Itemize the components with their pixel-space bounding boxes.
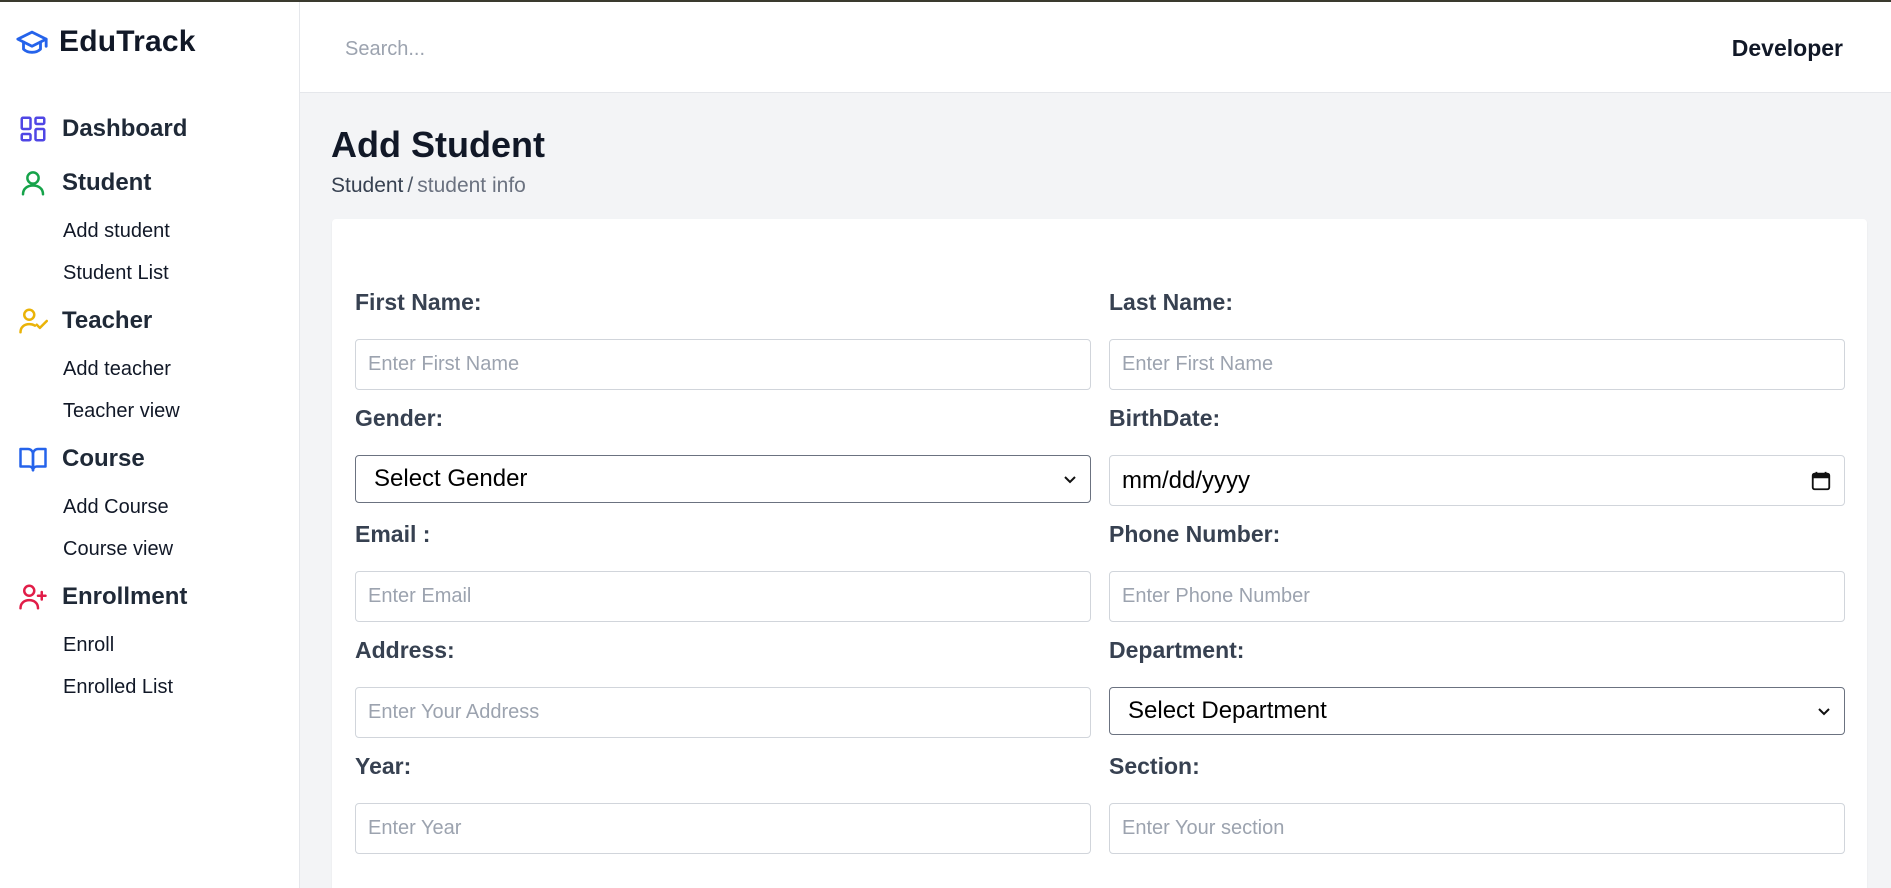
breadcrumb: Student / student info (331, 174, 526, 198)
sidebar-item-label: Student (62, 169, 152, 196)
gender-select-value: Select Gender (374, 465, 528, 492)
sidebar-item-label: Teacher (62, 307, 153, 334)
sidebar-item-label: Enrollment (62, 583, 188, 610)
page-title: Add Student (331, 124, 545, 165)
year-label: Year: (355, 753, 412, 779)
first-name-input[interactable] (355, 339, 1091, 390)
department-field-group: Department: Select Department (1109, 637, 1845, 735)
address-label: Address: (355, 637, 455, 663)
last-name-input[interactable] (1109, 339, 1845, 390)
book-open-icon (19, 447, 47, 472)
year-field-group: Year: (355, 753, 1091, 854)
last-name-field-group: Last Name: (1109, 289, 1845, 390)
birthdate-value: mm/dd/yyyy (1122, 466, 1251, 494)
address-field-group: Address: (355, 637, 1091, 738)
breadcrumb-parent[interactable]: Student (331, 174, 403, 197)
birthdate-input[interactable]: mm/dd/yyyy (1109, 455, 1845, 506)
breadcrumb-current: student info (417, 174, 526, 197)
birthdate-field-group: BirthDate: mm/dd/yyyy (1109, 405, 1845, 506)
email-field-group: Email : (355, 521, 1091, 622)
gender-select[interactable]: Select Gender (355, 455, 1091, 503)
sidebar-item-teacher[interactable]: Teacher (0, 294, 299, 348)
sidebar-subitem-enrolled-list[interactable]: Enrolled List (0, 666, 299, 708)
gender-label: Gender: (355, 405, 444, 431)
sidebar-item-enrollment[interactable]: Enrollment (0, 570, 299, 624)
brand[interactable]: EduTrack (0, 2, 299, 82)
department-select-value: Select Department (1128, 697, 1327, 724)
sidebar-item-student[interactable]: Student (0, 156, 299, 210)
sidebar-subitem-enroll[interactable]: Enroll (0, 624, 299, 666)
section-label: Section: (1109, 753, 1200, 779)
breadcrumb-separator: / (407, 174, 414, 197)
phone-field-group: Phone Number: (1109, 521, 1845, 622)
user-check-icon (19, 308, 48, 334)
gender-field-group: Gender: Select Gender (355, 405, 1091, 503)
window-top-border (0, 0, 1891, 2)
dashboard-grid-icon (20, 116, 46, 142)
sidebar-nav: Dashboard Student Add student Student Li… (0, 102, 299, 708)
sidebar-item-label: Course (62, 445, 145, 472)
sidebar-subitem-course-view[interactable]: Course view (0, 528, 299, 570)
app-name: EduTrack (59, 25, 196, 58)
sidebar-subitem-teacher-view[interactable]: Teacher view (0, 390, 299, 432)
user-plus-icon (19, 584, 47, 610)
sidebar-subitem-add-course[interactable]: Add Course (0, 486, 299, 528)
user-icon (21, 171, 45, 196)
last-name-label: Last Name: (1109, 289, 1233, 315)
first-name-label: First Name: (355, 289, 482, 315)
sidebar: EduTrack Dashboard Student Add student S… (0, 2, 300, 888)
email-label: Email : (355, 521, 431, 547)
calendar-icon[interactable] (1810, 470, 1832, 492)
top-header: Developer (300, 2, 1891, 93)
section-field-group: Section: (1109, 753, 1845, 854)
email-field[interactable] (355, 571, 1091, 622)
chevron-down-icon (1818, 708, 1830, 716)
user-menu[interactable]: Developer (1732, 35, 1843, 62)
search-input[interactable] (340, 28, 760, 70)
department-label: Department: (1109, 637, 1245, 663)
sidebar-subitem-student-list[interactable]: Student List (0, 252, 299, 294)
sidebar-subitem-add-student[interactable]: Add student (0, 210, 299, 252)
sidebar-item-dashboard[interactable]: Dashboard (0, 102, 299, 156)
add-student-form: First Name: Last Name: Gender: Select Ge… (332, 219, 1867, 888)
year-input[interactable] (355, 803, 1091, 854)
phone-input[interactable] (1109, 571, 1845, 622)
birthdate-label: BirthDate: (1109, 405, 1221, 431)
graduation-cap-icon (16, 30, 48, 54)
chevron-down-icon (1064, 476, 1076, 484)
address-input[interactable] (355, 687, 1091, 738)
phone-label: Phone Number: (1109, 521, 1281, 547)
department-select[interactable]: Select Department (1109, 687, 1845, 735)
sidebar-subitem-add-teacher[interactable]: Add teacher (0, 348, 299, 390)
sidebar-item-course[interactable]: Course (0, 432, 299, 486)
first-name-field-group: First Name: (355, 289, 1091, 390)
section-input[interactable] (1109, 803, 1845, 854)
sidebar-item-label: Dashboard (62, 115, 188, 142)
